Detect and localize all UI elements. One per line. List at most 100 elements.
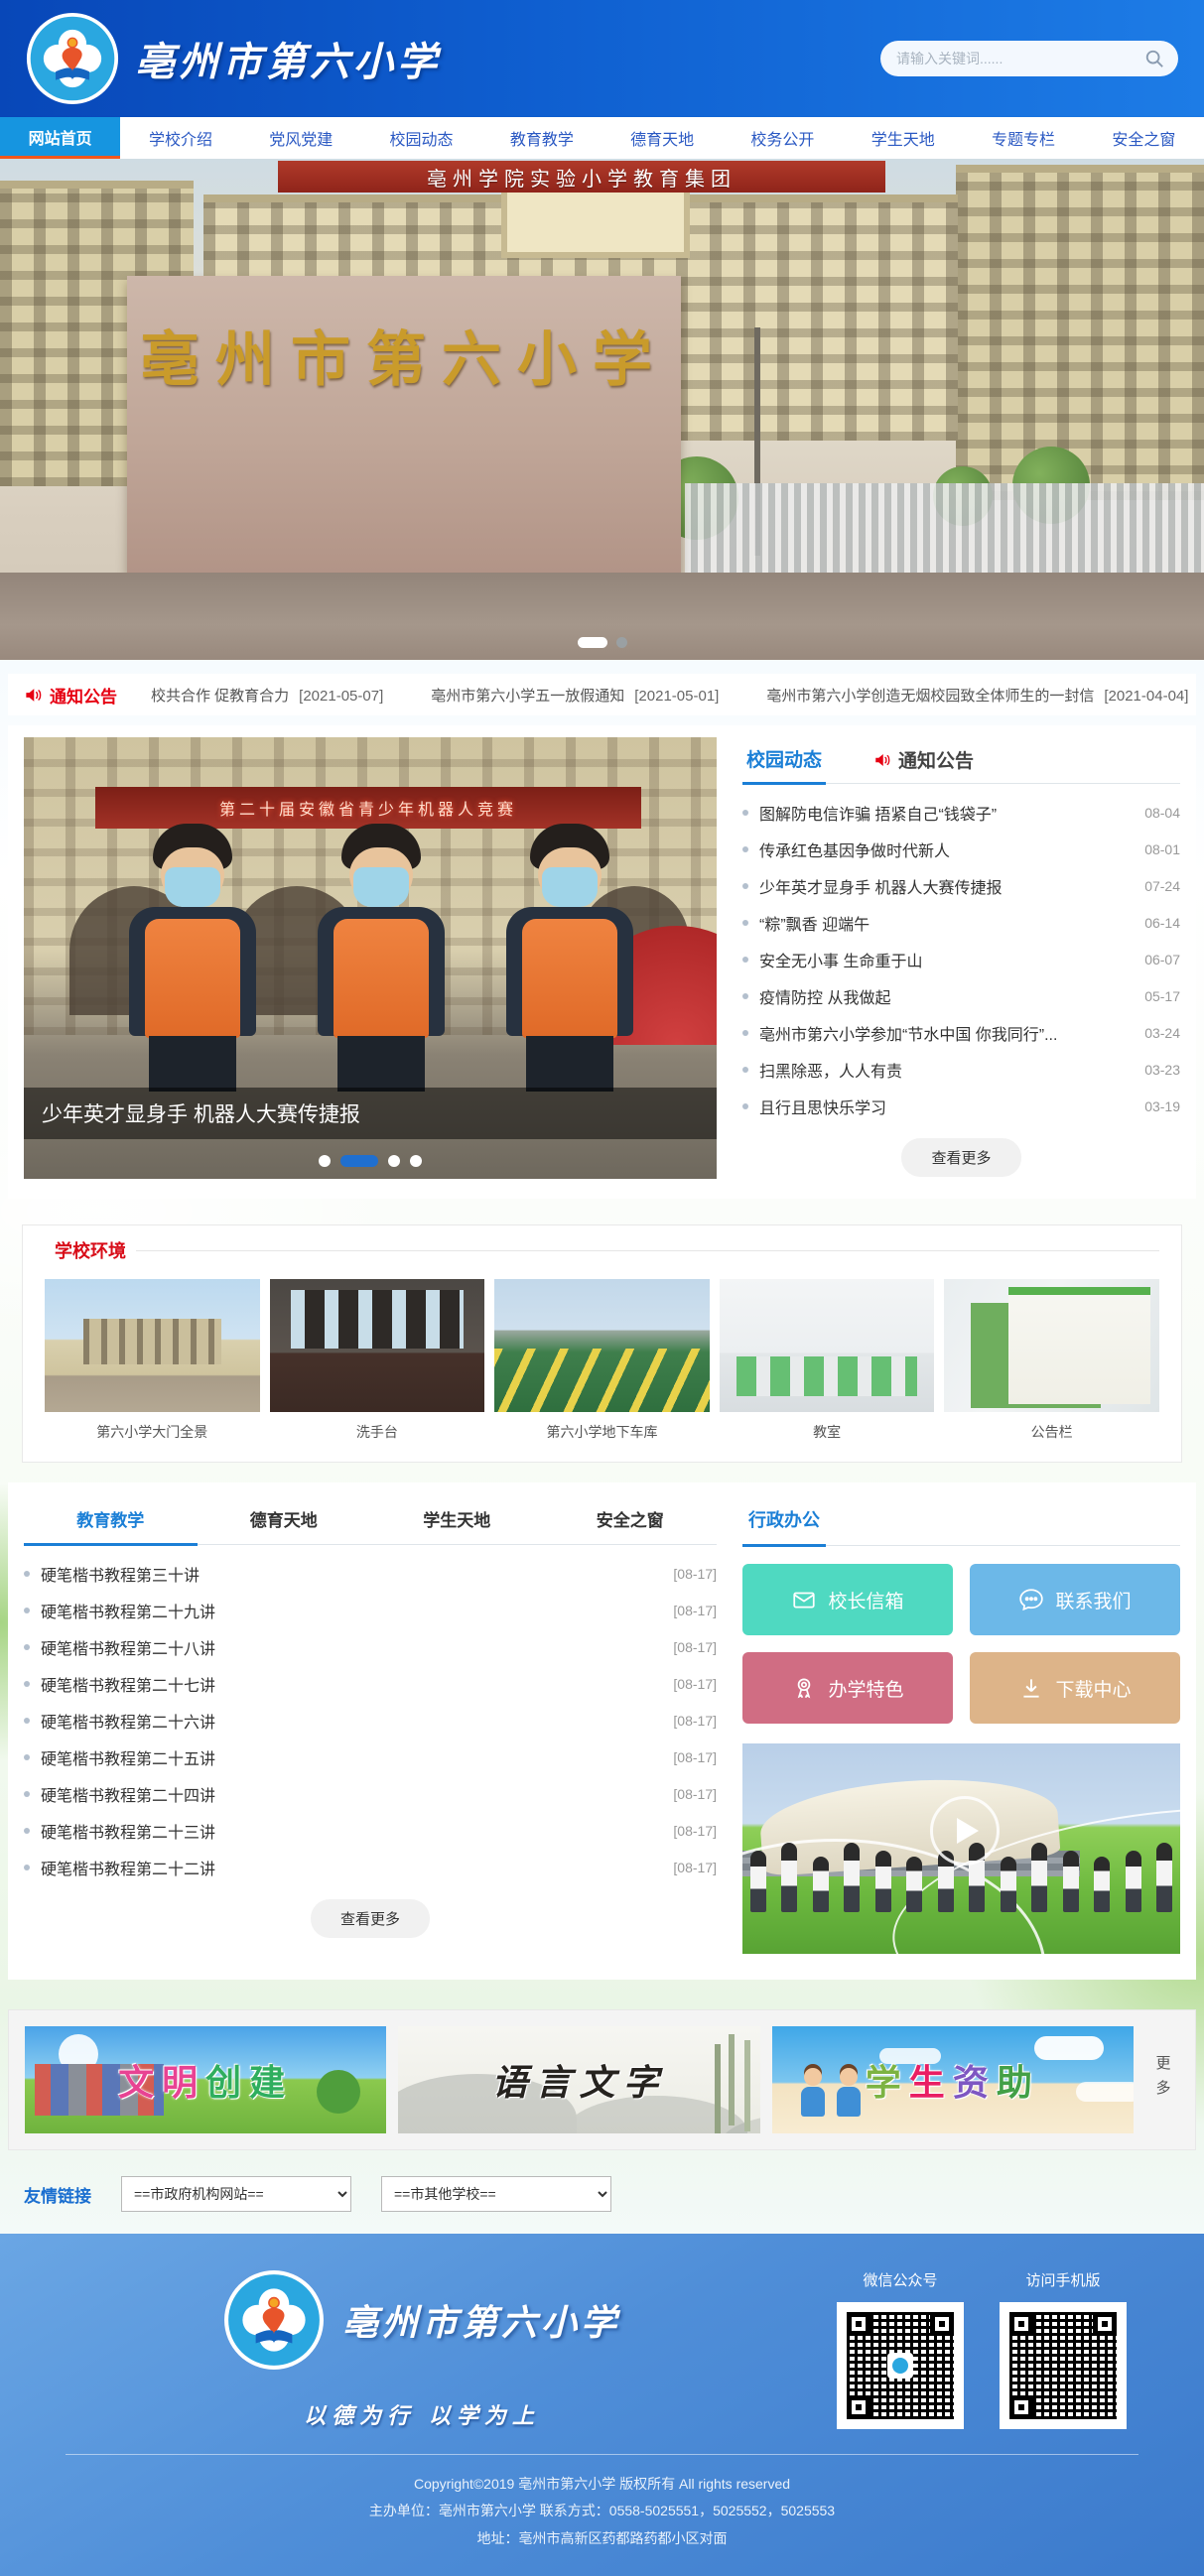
wechat-qr-label: 微信公众号 <box>837 2269 964 2290</box>
notice-item[interactable]: 校共合作 促教育合力[2021-05-07] <box>151 685 383 706</box>
notice-item[interactable]: 亳州市第六小学五一放假通知[2021-05-01] <box>431 685 719 706</box>
article-item[interactable]: 硬笔楷书教程第二十四讲[08-17] <box>24 1775 717 1812</box>
environment-photo[interactable]: 第六小学地下车库 <box>494 1279 710 1442</box>
carousel-dot[interactable] <box>319 1155 331 1167</box>
search-input[interactable] <box>894 50 1144 67</box>
student-figure <box>119 824 266 1092</box>
school-features-button[interactable]: 办学特色 <box>742 1652 953 1724</box>
news-item[interactable]: 安全无小事 生命重于山06-07 <box>742 941 1180 977</box>
article-item[interactable]: 硬笔楷书教程第二十九讲[08-17] <box>24 1592 717 1628</box>
news-item[interactable]: “粽”飘香 迎端午06-14 <box>742 904 1180 941</box>
articles-panel: 教育教学 德育天地 学生天地 安全之窗 硬笔楷书教程第三十讲[08-17] 硬笔… <box>24 1496 717 1954</box>
nav-item-students[interactable]: 学生天地 <box>843 117 963 159</box>
play-icon[interactable] <box>930 1796 1000 1866</box>
mobile-qr-block: 访问手机版 <box>1000 2269 1127 2429</box>
article-item[interactable]: 硬笔楷书教程第二十二讲[08-17] <box>24 1849 717 1885</box>
other-schools-select[interactable]: ==市其他学校== <box>381 2176 611 2212</box>
footer-school-name: 亳州市第六小学 <box>342 2294 620 2346</box>
nav-item-about[interactable]: 学校介绍 <box>120 117 240 159</box>
news-carousel[interactable]: 第二十届安徽省青少年机器人竞赛 少年英才显身手 机器人大赛传捷报 <box>24 737 717 1179</box>
article-item[interactable]: 硬笔楷书教程第二十五讲[08-17] <box>24 1739 717 1775</box>
carousel-dot[interactable] <box>388 1155 400 1167</box>
nav-item-teaching[interactable]: 教育教学 <box>481 117 602 159</box>
tab-safety[interactable]: 安全之窗 <box>544 1496 718 1544</box>
banner-civilization[interactable]: 文明创建 <box>25 2026 386 2133</box>
admin-title: 行政办公 <box>742 1496 826 1547</box>
news-panel: 校园动态 通知公告 图解防电信诈骗 捂紧自己“钱袋子”08-04 传承红色基因争… <box>742 737 1180 1179</box>
photo-gate[interactable] <box>45 1279 260 1412</box>
search-icon[interactable] <box>1144 49 1164 68</box>
environment-panel: 学校环境 第六小学大门全景 洗手台 第六小学地下车库 教室 公告栏 <box>22 1224 1182 1463</box>
slider-dot[interactable] <box>616 637 627 648</box>
environment-photo[interactable]: 洗手台 <box>270 1279 485 1442</box>
banner-student-aid[interactable]: 学生资助 <box>772 2026 1134 2133</box>
banners-more-button[interactable]: 更多 <box>1145 2026 1179 2133</box>
main-content-row: 第二十届安徽省青少年机器人竞赛 少年英才显身手 机器人大赛传捷报 校园动态 <box>8 725 1196 1199</box>
news-item[interactable]: 扫黑除恶，人人有责03-23 <box>742 1051 1180 1088</box>
photo-garage[interactable] <box>494 1279 710 1412</box>
news-item[interactable]: 少年英才显身手 机器人大赛传捷报07-24 <box>742 867 1180 904</box>
environment-photo[interactable]: 第六小学大门全景 <box>45 1279 260 1442</box>
nav-item-campus-news[interactable]: 校园动态 <box>361 117 481 159</box>
student-figure <box>308 824 455 1092</box>
news-item[interactable]: 且行且思快乐学习03-19 <box>742 1088 1180 1124</box>
mobile-qr-label: 访问手机版 <box>1000 2269 1127 2290</box>
news-item[interactable]: 传承红色基因争做时代新人08-01 <box>742 831 1180 867</box>
admin-buttons: 校长信箱 联系我们 办学特色 下载中心 <box>742 1564 1180 1724</box>
tab-moral[interactable]: 德育天地 <box>198 1496 371 1544</box>
environment-title: 学校环境 <box>45 1237 136 1263</box>
tab-teaching[interactable]: 教育教学 <box>24 1496 198 1546</box>
cloud-graphic <box>1034 2036 1104 2060</box>
tab-students[interactable]: 学生天地 <box>370 1496 544 1544</box>
article-item[interactable]: 硬笔楷书教程第三十讲[08-17] <box>24 1555 717 1592</box>
footer-qr-codes: 微信公众号 访问手机版 <box>837 2269 1127 2429</box>
banner-strip: 文明创建 语言文字 学生资助 更多 <box>8 2009 1196 2150</box>
notice-item[interactable]: 亳州市第六小学创造无烟校园致全体师生的一封信[2021-04-04] <box>766 685 1188 706</box>
site-title: 亳州市第六小学 <box>135 30 441 87</box>
qr-center-logo <box>887 2353 913 2379</box>
site-footer: 亳州市第六小学 以德为行 以学为上 微信公众号 访问手机版 Copyr <box>0 2234 1204 2576</box>
student-figure <box>496 824 643 1092</box>
news-item[interactable]: 图解防电信诈骗 捂紧自己“钱袋子”08-04 <box>742 794 1180 831</box>
chat-icon <box>1018 1587 1044 1612</box>
article-tabs: 教育教学 德育天地 学生天地 安全之窗 <box>24 1496 717 1545</box>
nav-item-safety[interactable]: 安全之窗 <box>1084 117 1204 159</box>
tree-graphic <box>317 2070 360 2114</box>
photo-classroom[interactable] <box>720 1279 935 1412</box>
environment-photo[interactable]: 教室 <box>720 1279 935 1442</box>
article-item[interactable]: 硬笔楷书教程第二十七讲[08-17] <box>24 1665 717 1702</box>
article-item[interactable]: 硬笔楷书教程第二十三讲[08-17] <box>24 1812 717 1849</box>
news-more-button[interactable]: 查看更多 <box>901 1138 1020 1177</box>
principal-mailbox-button[interactable]: 校长信箱 <box>742 1564 953 1635</box>
carousel-caption: 少年英才显身手 机器人大赛传捷报 <box>24 1088 717 1139</box>
carousel-dot[interactable] <box>410 1155 422 1167</box>
banner-language[interactable]: 语言文字 <box>398 2026 759 2133</box>
nav-item-school-affairs[interactable]: 校务公开 <box>723 117 843 159</box>
tab-notices[interactable]: 通知公告 <box>870 738 978 783</box>
slider-dot[interactable] <box>578 637 607 648</box>
photo-notice-board[interactable] <box>944 1279 1159 1412</box>
download-center-button[interactable]: 下载中心 <box>970 1652 1180 1724</box>
nav-item-party[interactable]: 党风党建 <box>241 117 361 159</box>
school-video-thumbnail[interactable] <box>742 1743 1180 1954</box>
host-line: 主办单位：亳州市第六小学 联系方式：0558-5025551，5025552，5… <box>66 2498 1138 2524</box>
nav-item-special[interactable]: 专题专栏 <box>963 117 1083 159</box>
article-item[interactable]: 硬笔楷书教程第二十八讲[08-17] <box>24 1628 717 1665</box>
news-item[interactable]: 疫情防控 从我做起05-17 <box>742 977 1180 1014</box>
tab-campus-news[interactable]: 校园动态 <box>742 737 826 785</box>
kid-graphic <box>836 2068 862 2120</box>
speaker-icon <box>24 686 43 705</box>
friendly-links-label: 友情链接 <box>24 2182 91 2207</box>
banner-title: 学生资助 <box>866 2054 1040 2106</box>
article-item[interactable]: 硬笔楷书教程第二十六讲[08-17] <box>24 1702 717 1739</box>
hero-building-banner: 亳州学院实验小学教育集团 <box>278 161 885 193</box>
carousel-dot[interactable] <box>340 1155 378 1167</box>
photo-washstand[interactable] <box>270 1279 485 1412</box>
articles-more-button[interactable]: 查看更多 <box>311 1899 430 1938</box>
gov-sites-select[interactable]: ==市政府机构网站== <box>121 2176 351 2212</box>
environment-photo[interactable]: 公告栏 <box>944 1279 1159 1442</box>
contact-us-button[interactable]: 联系我们 <box>970 1564 1180 1635</box>
news-item[interactable]: 亳州市第六小学参加“节水中国 你我同行”...03-24 <box>742 1014 1180 1051</box>
nav-item-home[interactable]: 网站首页 <box>0 117 120 159</box>
nav-item-moral[interactable]: 德育天地 <box>602 117 722 159</box>
